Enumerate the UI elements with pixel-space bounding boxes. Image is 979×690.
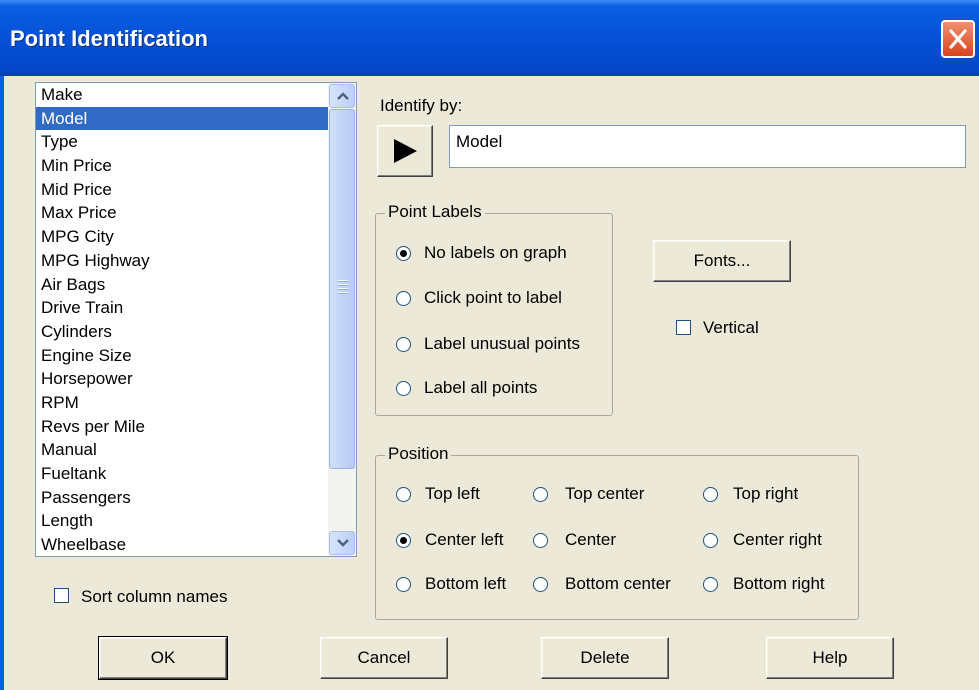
point-label-option-radio[interactable] (396, 291, 411, 306)
point-label-option-radio[interactable] (396, 337, 411, 352)
vertical-checkbox[interactable] (676, 320, 691, 335)
position-option-label: Center right (733, 530, 822, 549)
position-option-label: Top right (733, 484, 799, 503)
list-item[interactable]: Engine Size (36, 344, 329, 368)
identify-by-add-button[interactable] (377, 125, 433, 177)
list-item[interactable]: Wheelbase (36, 533, 329, 556)
list-item[interactable]: Cylinders (36, 320, 329, 344)
list-item[interactable]: Passengers (36, 486, 329, 510)
list-item[interactable]: Mid Price (36, 178, 329, 202)
sort-column-names-label: Sort column names (81, 587, 228, 606)
cancel-button[interactable]: Cancel (320, 637, 448, 679)
scroll-down-button[interactable] (329, 531, 355, 555)
position-option-radio[interactable] (533, 577, 548, 592)
list-item[interactable]: Fueltank (36, 462, 329, 486)
position-option-radio[interactable] (703, 487, 718, 502)
fonts-button[interactable]: Fonts... (653, 240, 791, 282)
point-label-option-label: Label all points (424, 378, 538, 397)
title-bar[interactable]: Point Identification (0, 0, 979, 76)
list-item[interactable]: Min Price (36, 154, 329, 178)
position-option-radio[interactable] (396, 533, 411, 548)
position-option-label: Bottom left (425, 574, 507, 593)
list-item[interactable]: Make (36, 83, 329, 107)
ok-button[interactable]: OK (98, 636, 228, 680)
column-listbox[interactable]: Make Model Type Min Price Mid Price Max Price… (35, 82, 357, 557)
column-list: Make Model Type Min Price Mid Price Max Price… (36, 83, 329, 556)
position-option-label: Top left (425, 484, 480, 503)
position-option-radio[interactable] (396, 577, 411, 592)
list-item[interactable]: RPM (36, 391, 329, 415)
point-label-option-label: Label unusual points (424, 334, 580, 353)
point-label-option-radio[interactable] (396, 246, 411, 261)
list-item[interactable]: MPG City (36, 225, 329, 249)
point-label-option-radio[interactable] (396, 381, 411, 396)
sort-column-names-checkbox[interactable] (54, 588, 69, 603)
position-option-label: Center left (425, 530, 504, 549)
position-option-label: Center (565, 530, 617, 549)
help-button[interactable]: Help (766, 637, 894, 679)
thumb-grip (338, 280, 348, 282)
scroll-thumb[interactable] (329, 109, 355, 469)
point-label-option-label: Click point to label (424, 288, 562, 307)
identify-by-value: Model (456, 132, 503, 151)
close-icon (949, 29, 967, 49)
position-option-radio[interactable] (396, 487, 411, 502)
chevron-up-icon (337, 92, 349, 100)
thumb-grip (338, 284, 348, 286)
point-label-option-label: No labels on graph (424, 243, 567, 262)
identify-by-field[interactable]: Model (449, 125, 966, 168)
list-item[interactable]: Type (36, 130, 329, 154)
window-border (0, 76, 4, 690)
position-option-label: Bottom right (733, 574, 825, 593)
play-arrow-icon (394, 139, 417, 163)
position-option-radio[interactable] (703, 533, 718, 548)
vertical-label: Vertical (703, 318, 759, 337)
position-option-radio[interactable] (703, 577, 718, 592)
delete-button[interactable]: Delete (541, 637, 669, 679)
list-item[interactable]: Revs per Mile (36, 415, 329, 439)
list-item[interactable]: Horsepower (36, 367, 329, 391)
scroll-up-button[interactable] (329, 84, 355, 108)
list-item[interactable]: Air Bags (36, 273, 329, 297)
list-item[interactable]: Model (36, 106, 329, 131)
point-labels-legend: Point Labels (385, 202, 485, 222)
close-button[interactable] (941, 20, 975, 58)
thumb-grip (338, 288, 348, 290)
position-option-radio[interactable] (533, 487, 548, 502)
list-item[interactable]: Manual (36, 438, 329, 462)
list-item[interactable]: Length (36, 509, 329, 533)
vertical-scrollbar[interactable] (328, 83, 356, 556)
window-title: Point Identification (10, 26, 208, 51)
position-option-label: Bottom center (565, 574, 671, 593)
chevron-down-icon (337, 539, 349, 547)
point-identification-dialog: Point Identification Make Model Type Min Pr… (0, 0, 979, 690)
position-option-label: Top center (565, 484, 645, 503)
list-item[interactable]: Max Price (36, 201, 329, 225)
list-item[interactable]: Drive Train (36, 296, 329, 320)
thumb-grip (338, 292, 348, 294)
list-item[interactable]: MPG Highway (36, 249, 329, 273)
position-legend: Position (385, 444, 452, 464)
identify-by-label: Identify by: (380, 96, 463, 115)
position-option-radio[interactable] (533, 533, 548, 548)
